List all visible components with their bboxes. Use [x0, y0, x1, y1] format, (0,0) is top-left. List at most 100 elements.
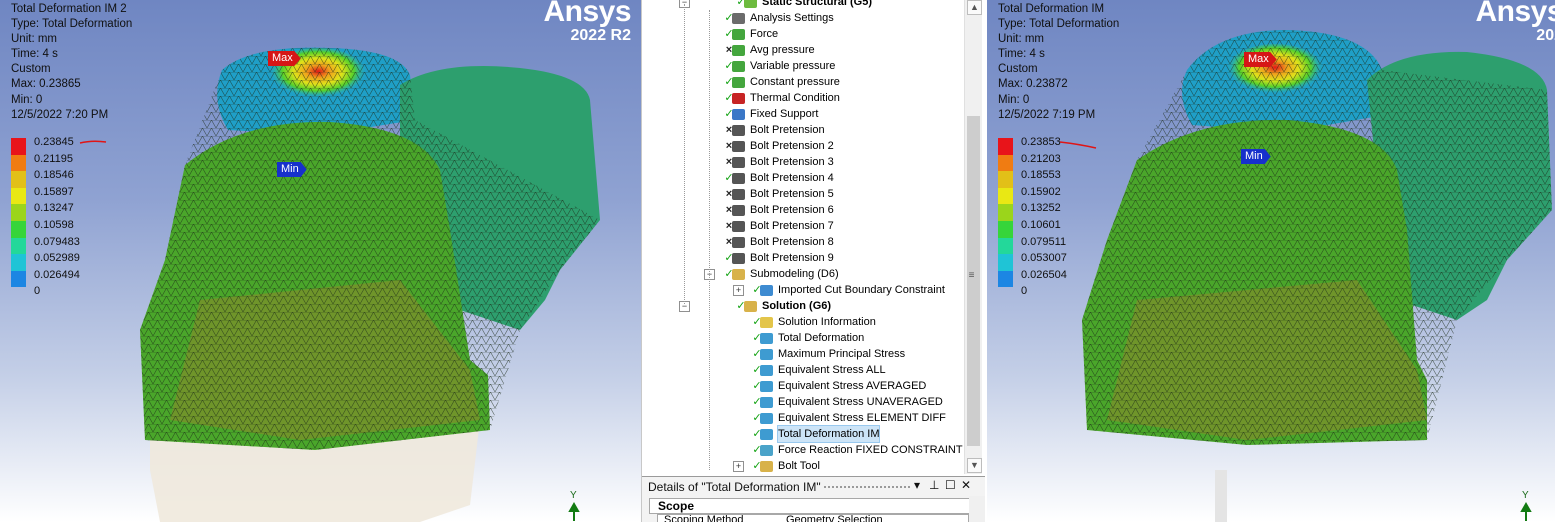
legend-value: 0 [34, 285, 41, 298]
analysis-settings-icon [732, 13, 745, 24]
static-structural-icon [744, 0, 757, 8]
tree-item[interactable]: ✓ Bolt Pretension 4 [642, 170, 962, 186]
tree-item[interactable]: ✓ Total Deformation IM [642, 425, 962, 443]
tree-item[interactable]: ✓ Force [642, 26, 962, 42]
red-annotation-line [79, 140, 107, 144]
legend-swatch [998, 171, 1013, 188]
bolt-icon [732, 157, 745, 168]
tree-item[interactable]: × Bolt Pretension 6 [642, 202, 962, 218]
tree-item-label: Thermal Condition [750, 92, 840, 104]
tree-item[interactable]: ✓ Bolt Pretension 9 [642, 250, 962, 266]
legend-value: 0.18553 [1021, 169, 1061, 182]
axis-triad[interactable]: Y [1520, 490, 1532, 522]
tree-item[interactable]: ✓ Variable pressure [642, 58, 962, 74]
bolt-icon [732, 205, 745, 216]
details-drag-handle[interactable] [824, 486, 910, 488]
tree-item-label: Force Reaction FIXED CONSTRAINT [778, 444, 963, 456]
tree-item-label: Bolt Pretension 8 [750, 236, 834, 248]
result-min: Min: 0 [998, 93, 1030, 106]
tree-item[interactable]: ✓ Equivalent Stress ELEMENT DIFF [642, 410, 962, 426]
tree-item[interactable]: ✓ Equivalent Stress UNAVERAGED [642, 394, 962, 410]
pressure-icon [732, 61, 745, 72]
legend-value: 0.21195 [34, 152, 73, 165]
pressure-icon [732, 45, 745, 56]
bolt-icon [732, 189, 745, 200]
tree-item[interactable]: × Bolt Pretension 2 [642, 138, 962, 154]
tree-item[interactable]: × Bolt Pretension 7 [642, 218, 962, 234]
tree-item[interactable]: × Bolt Pretension 3 [642, 154, 962, 170]
tree-item-label: Solution Information [778, 316, 876, 328]
tree-item-label: Equivalent Stress ELEMENT DIFF [778, 412, 946, 424]
outline-tree[interactable]: ✓ Static Structural (G5) − ✓ Analysis Settin… [642, 0, 964, 474]
result-min: Min: 0 [11, 93, 43, 106]
tree-scrollbar[interactable]: ▲ ≡ ▼ [964, 0, 982, 474]
maximize-icon[interactable]: ☐ [945, 478, 956, 492]
tree-item[interactable]: ✓ Imported Cut Boundary Constraint [642, 282, 962, 298]
tree-item[interactable]: ✓ Constant pressure [642, 74, 962, 90]
legend-swatch [998, 187, 1013, 205]
expand-icon[interactable]: + [733, 285, 744, 296]
min-marker[interactable]: Min [277, 162, 307, 177]
tree-item[interactable]: ✓ Fixed Support [642, 106, 962, 122]
legend-value: 0.079511 [1021, 235, 1067, 248]
graphics-viewport-right[interactable]: Total Deformation IM Type: Total Deforma… [987, 0, 1555, 522]
tree-item-label: Equivalent Stress AVERAGED [778, 380, 927, 392]
tree-item[interactable]: ✓ Force Reaction FIXED CONSTRAINT [642, 442, 963, 458]
ansys-version-text: 202 [1536, 27, 1555, 44]
scroll-down-icon[interactable]: ▼ [967, 458, 982, 473]
tree-item[interactable]: ✓ Analysis Settings [642, 10, 962, 26]
tree-item-label: Analysis Settings [750, 12, 834, 24]
graphics-viewport-left[interactable]: Total Deformation IM 2 Type: Total Defor… [0, 0, 641, 522]
thermometer-icon [732, 93, 745, 104]
result-icon [760, 397, 773, 408]
tree-item[interactable]: × Bolt Pretension [642, 122, 962, 138]
pin-icon[interactable]: ⊥ [929, 478, 939, 492]
max-marker[interactable]: Max [268, 51, 301, 66]
tree-item[interactable]: ✓ Maximum Principal Stress [642, 346, 962, 362]
scope-section-header[interactable]: Scope [649, 498, 977, 514]
ansys-logo: Ansys 2022 R2 [543, 0, 631, 45]
legend-value: 0.18546 [34, 169, 74, 182]
ansys-brand-text: Ansys [543, 0, 631, 28]
details-pane[interactable]: Details of "Total Deformation IM" ▾ ⊥ ☐ … [642, 476, 985, 522]
tree-item[interactable]: ✓ Thermal Condition [642, 90, 962, 106]
axis-triad[interactable]: Y [568, 490, 580, 522]
tree-item[interactable]: × Bolt Pretension 8 [642, 234, 962, 250]
expand-icon[interactable]: + [733, 461, 744, 472]
result-max: Max: 0.23872 [998, 78, 1068, 91]
tree-item-label: Force [750, 28, 779, 40]
close-icon[interactable]: ✕ [961, 478, 971, 492]
details-row-scoping-method[interactable]: Scoping Method Geometry Selection [657, 514, 969, 522]
folder-icon [732, 269, 745, 280]
tree-guide-line [709, 10, 710, 470]
tree-guide-line [684, 4, 685, 304]
ansys-brand-text: Ansys [1475, 0, 1555, 28]
tree-item[interactable]: ✓ Bolt Tool [642, 458, 962, 474]
tree-item-label: Bolt Pretension 5 [750, 188, 834, 200]
tree-item-label: Fixed Support [750, 108, 819, 120]
legend-value: 0.21203 [1021, 152, 1061, 165]
tree-item[interactable]: ✓ Solution (G6) [642, 298, 962, 314]
legend-swatch [11, 154, 26, 172]
tree-item-label: Bolt Pretension [750, 124, 825, 136]
ansys-version-text: 2022 R2 [570, 27, 632, 44]
tree-item[interactable]: ✓ Equivalent Stress ALL [642, 362, 962, 378]
result-max: Max: 0.23865 [11, 78, 81, 91]
tree-item[interactable]: × Avg pressure [642, 42, 962, 58]
details-scrollbar[interactable] [969, 496, 985, 522]
tree-item[interactable]: × Bolt Pretension 5 [642, 186, 962, 202]
tree-item[interactable]: ✓ Static Structural (G5) [642, 0, 962, 10]
min-marker[interactable]: Min [1241, 149, 1271, 164]
details-row-value: Geometry Selection [786, 514, 883, 522]
bolt-icon [732, 237, 745, 248]
tree-item[interactable]: ✓ Submodeling (D6) [642, 266, 962, 282]
tree-item[interactable]: ✓ Total Deformation [642, 330, 962, 346]
max-marker[interactable]: Max [1244, 52, 1277, 67]
solution-icon [744, 301, 757, 312]
tree-item[interactable]: ✓ Solution Information [642, 314, 962, 330]
tree-item[interactable]: ✓ Equivalent Stress AVERAGED [642, 378, 962, 394]
scroll-up-icon[interactable]: ▲ [967, 0, 982, 15]
dropdown-arrow-icon[interactable]: ▾ [914, 478, 920, 492]
outline-pane[interactable]: ✓ Static Structural (G5) − ✓ Analysis Settin… [641, 0, 988, 522]
scroll-thumb[interactable] [967, 116, 980, 446]
